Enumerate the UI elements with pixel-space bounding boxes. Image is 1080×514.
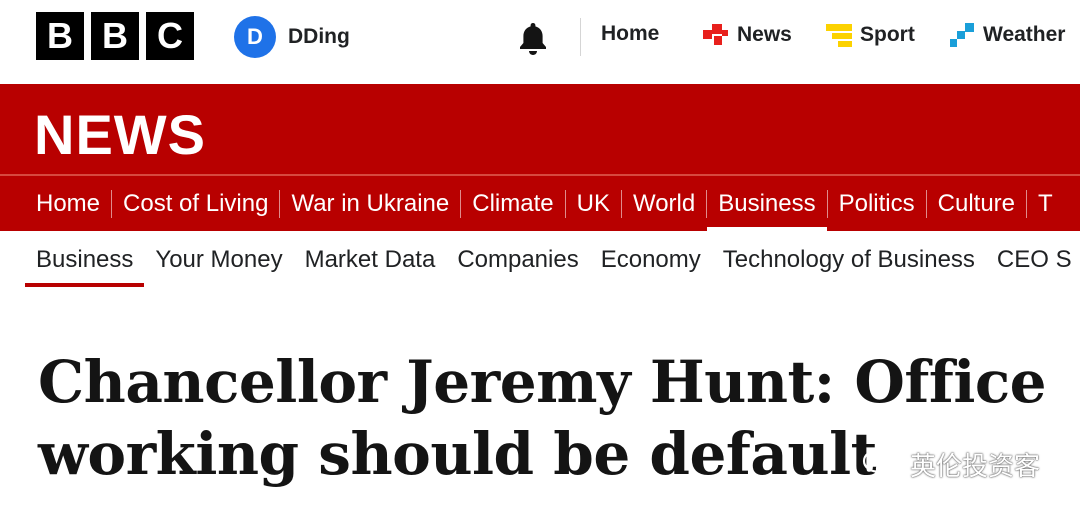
headline-line: Chancellor Jeremy Hunt: Office bbox=[38, 348, 1047, 416]
top-nav-label: Sport bbox=[860, 23, 915, 46]
section-nav-item-world[interactable]: World bbox=[622, 176, 706, 231]
headline-line: working should be default bbox=[38, 420, 877, 488]
header-divider bbox=[580, 18, 581, 56]
sub-nav-item-your-money[interactable]: Your Money bbox=[144, 231, 293, 289]
section-nav-item-politics[interactable]: Politics bbox=[828, 176, 926, 231]
notification-bell-icon[interactable] bbox=[516, 20, 550, 56]
news-wordmark[interactable]: NEWS bbox=[34, 102, 206, 167]
account-link[interactable]: D DDing bbox=[234, 16, 350, 58]
top-nav-news[interactable]: News bbox=[703, 22, 792, 48]
bbc-logo-letter: B bbox=[36, 12, 84, 60]
avatar: D bbox=[234, 16, 276, 58]
business-sub-nav: Business Your Money Market Data Companie… bbox=[0, 231, 1080, 289]
sport-icon bbox=[826, 24, 852, 47]
section-nav-item-uk[interactable]: UK bbox=[566, 176, 621, 231]
top-nav-label: News bbox=[737, 23, 792, 46]
account-name: DDing bbox=[288, 25, 350, 48]
sub-nav-item-market-data[interactable]: Market Data bbox=[294, 231, 447, 289]
sub-nav-item-economy[interactable]: Economy bbox=[590, 231, 712, 289]
top-nav-home[interactable]: Home bbox=[601, 22, 659, 46]
top-nav-label: Home bbox=[601, 22, 660, 45]
top-nav-weather[interactable]: Weather bbox=[949, 22, 1065, 48]
section-nav-item-culture[interactable]: Culture bbox=[927, 176, 1026, 231]
section-nav-item-home[interactable]: Home bbox=[0, 176, 111, 231]
wechat-icon bbox=[862, 448, 901, 479]
top-nav-label: Weather bbox=[983, 23, 1066, 46]
sub-nav-item-technology-of-business[interactable]: Technology of Business bbox=[712, 231, 986, 289]
bbc-logo-letter: B bbox=[91, 12, 139, 60]
section-nav-item-climate[interactable]: Climate bbox=[461, 176, 564, 231]
global-header: B B C D DDing Home News Sport Weather bbox=[0, 0, 1080, 84]
news-squares-icon bbox=[703, 24, 728, 45]
sub-nav-item-ceo-truncated[interactable]: CEO S bbox=[986, 231, 1080, 289]
watermark-text: 英伦投资客 bbox=[910, 451, 1041, 481]
watermark: 英伦投资客 bbox=[862, 446, 1040, 483]
section-nav-item-business[interactable]: Business bbox=[707, 176, 828, 231]
news-masthead: NEWS bbox=[0, 84, 1080, 174]
section-nav-item-truncated[interactable]: T bbox=[1027, 176, 1064, 231]
weather-icon bbox=[950, 23, 974, 47]
section-nav-item-war-in-ukraine[interactable]: War in Ukraine bbox=[280, 176, 460, 231]
sub-nav-item-business[interactable]: Business bbox=[0, 231, 145, 289]
bbc-logo-letter: C bbox=[146, 12, 194, 60]
top-nav-sport[interactable]: Sport bbox=[826, 22, 915, 48]
section-nav: Home Cost of Living War in Ukraine Clima… bbox=[0, 176, 1080, 231]
sub-nav-item-companies[interactable]: Companies bbox=[446, 231, 589, 289]
bbc-logo[interactable]: B B C bbox=[36, 12, 194, 60]
section-nav-item-cost-of-living[interactable]: Cost of Living bbox=[112, 176, 279, 231]
